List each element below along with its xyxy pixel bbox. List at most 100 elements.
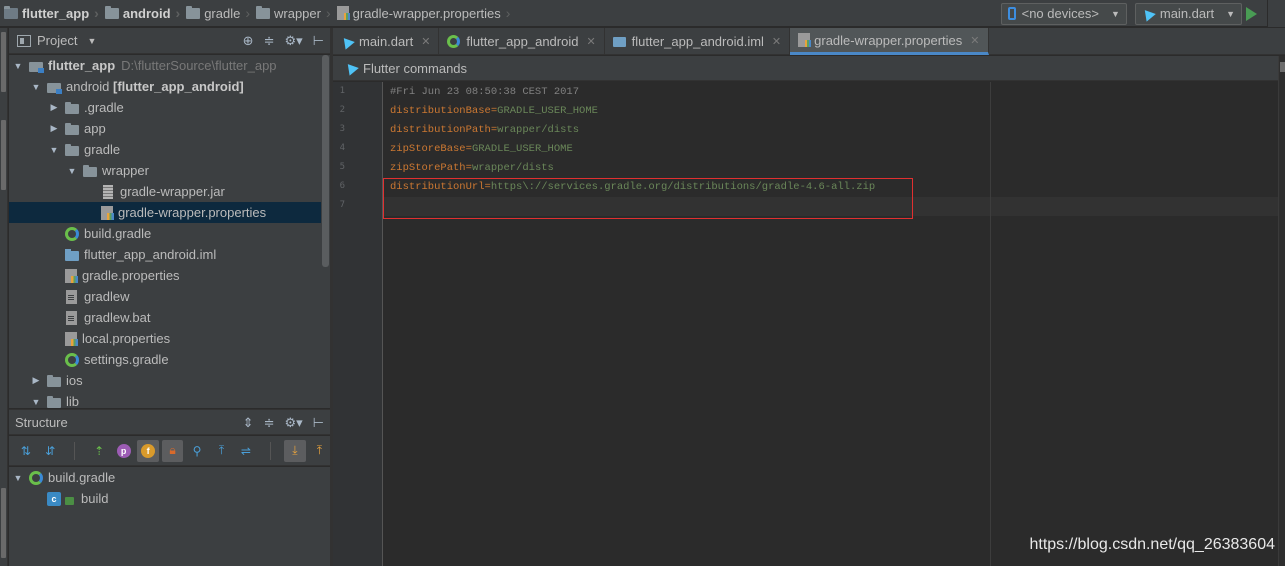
expanded-arrow-icon[interactable]: ▼	[31, 397, 41, 407]
sort-visibility-icon[interactable]: ⇵	[39, 440, 60, 462]
fields-filter-icon[interactable]: f	[137, 439, 159, 462]
module-file-icon	[65, 248, 79, 261]
anonymous-classes-icon[interactable]: ⚲	[186, 440, 207, 462]
tree-item-gradle[interactable]: ▼ gradle	[9, 139, 321, 160]
project-scrollbar[interactable]	[321, 55, 330, 408]
tree-item-flutter-app[interactable]: ▼ flutter_app D:\flutterSource\flutter_ap…	[9, 55, 321, 76]
properties-filter-icon[interactable]: p	[113, 440, 134, 462]
code-editor[interactable]: #Fri Jun 23 08:50:38 CEST 2017 distribut…	[384, 82, 1278, 566]
tab-iml[interactable]: flutter_app_android.iml ✕	[605, 28, 791, 55]
collapsed-arrow-icon[interactable]: ▶	[49, 102, 59, 113]
folder-icon	[65, 122, 79, 135]
non-public-filter-icon[interactable]: 🔒︎	[161, 439, 184, 462]
gear-icon[interactable]: ⚙▾	[284, 415, 302, 431]
expanded-arrow-icon[interactable]: ▼	[31, 82, 41, 92]
structure-item-build[interactable]: c build	[9, 488, 321, 509]
properties-file-icon	[65, 268, 78, 283]
expanded-arrow-icon[interactable]: ▼	[49, 145, 59, 155]
collapse-icon[interactable]: ≑	[264, 415, 275, 431]
expanded-arrow-icon[interactable]: ▼	[67, 166, 77, 176]
breadcrumb-wrapper[interactable]: wrapper ›	[254, 0, 335, 27]
tree-item-local-properties[interactable]: local.properties	[9, 328, 321, 349]
class-icon: c	[47, 491, 61, 506]
navigation-bar: flutter_app › android › gradle › wrapper › g…	[0, 0, 1285, 27]
tree-item-ios[interactable]: ▶ ios	[9, 370, 321, 391]
chevron-down-icon[interactable]: ▼	[87, 36, 96, 46]
collapsed-arrow-icon[interactable]: ▶	[31, 375, 41, 386]
run-config-selector[interactable]: main.dart ▼	[1134, 2, 1242, 25]
tree-item-app[interactable]: ▶ app	[9, 118, 321, 139]
project-view-selector[interactable]: Project	[37, 33, 77, 48]
code-line: distributionPath=wrapper/dists	[390, 124, 580, 136]
project-panel-tools: ⊕ ≑ ⚙▾ ⊢	[243, 28, 324, 54]
autoscroll-to-source-icon[interactable]: ⤓	[284, 439, 306, 462]
breadcrumb-gradle[interactable]: gradle ›	[184, 0, 254, 27]
tree-item-android[interactable]: ▼ android [flutter_app_android]	[9, 76, 321, 97]
tree-item-gradlew-bat[interactable]: gradlew.bat	[9, 307, 321, 328]
tree-item-dot-gradle[interactable]: ▶ .gradle	[9, 97, 321, 118]
structure-tool-button[interactable]	[1, 488, 6, 558]
run-button[interactable]	[1246, 6, 1257, 21]
properties-file-icon	[336, 6, 350, 20]
collapse-all-icon[interactable]: ⇌	[235, 440, 256, 462]
gradle-icon	[29, 470, 43, 485]
dart-icon	[339, 33, 355, 50]
code-line: #Fri Jun 23 08:50:38 CEST 2017	[390, 86, 580, 98]
tree-item-iml[interactable]: flutter_app_android.iml	[9, 244, 321, 265]
tree-item-lib[interactable]: ▼ lib	[9, 391, 321, 408]
tree-item-settings-gradle[interactable]: settings.gradle	[9, 349, 321, 370]
highlight-annotation-box	[383, 178, 913, 219]
device-selector[interactable]: <no devices> ▼	[1000, 2, 1127, 25]
tree-item-gradle-properties[interactable]: gradle.properties	[9, 265, 321, 286]
folder-icon	[256, 5, 270, 19]
autoscroll-from-source-icon[interactable]: ⤒	[309, 440, 330, 462]
line-number: 5	[339, 162, 345, 172]
project-tool-button[interactable]	[1, 32, 6, 92]
breadcrumb-file[interactable]: gradle-wrapper.properties ›	[335, 0, 515, 27]
run-toolbar: <no devices> ▼ main.dart ▼	[1000, 0, 1285, 27]
expand-all-icon[interactable]: ⇕	[243, 415, 254, 431]
captures-tool-button[interactable]	[1, 120, 6, 190]
tree-item-build-gradle[interactable]: build.gradle	[9, 223, 321, 244]
breadcrumb-android[interactable]: android ›	[103, 0, 184, 27]
collapse-icon[interactable]: ≑	[264, 33, 275, 49]
tab-flutter-app-android[interactable]: flutter_app_android ✕	[439, 28, 605, 55]
close-icon[interactable]: ✕	[772, 35, 781, 48]
close-icon[interactable]: ✕	[421, 35, 430, 48]
hide-icon[interactable]: ⊢	[313, 33, 324, 49]
expanded-arrow-icon[interactable]: ▼	[13, 473, 23, 483]
tree-item-wrapper[interactable]: ▼ wrapper	[9, 160, 321, 181]
structure-item-build-gradle[interactable]: ▼ build.gradle	[9, 467, 321, 488]
right-margin-guide	[990, 82, 991, 566]
inherited-icon[interactable]: ⇡	[88, 440, 109, 462]
sort-alpha-icon[interactable]: ⇅	[15, 440, 36, 462]
tab-main-dart[interactable]: main.dart ✕	[333, 28, 440, 55]
expand-icon[interactable]: ⤒	[211, 440, 232, 462]
gear-icon[interactable]: ⚙▾	[284, 33, 302, 49]
expanded-arrow-icon[interactable]: ▼	[13, 61, 23, 71]
breadcrumb-flutter-app[interactable]: flutter_app ›	[0, 0, 103, 27]
flutter-icon	[1140, 5, 1156, 22]
scrollbar-thumb[interactable]	[322, 55, 329, 267]
flutter-commands-link[interactable]: Flutter commands	[363, 61, 467, 76]
project-panel-header: Project ▼ ⊕ ≑ ⚙▾ ⊢	[9, 28, 330, 54]
tree-item-gradle-wrapper-properties[interactable]: gradle-wrapper.properties	[9, 202, 321, 223]
tab-gradle-wrapper-properties[interactable]: gradle-wrapper.properties ✕	[790, 28, 989, 55]
close-icon[interactable]: ✕	[970, 34, 979, 47]
folder-icon	[186, 5, 201, 19]
tree-item-gradle-wrapper-jar[interactable]: gradle-wrapper.jar	[9, 181, 321, 202]
close-icon[interactable]: ✕	[586, 35, 595, 48]
crosshair-icon[interactable]: ⊕	[243, 33, 254, 49]
flutter-icon	[343, 60, 359, 76]
chevron-down-icon: ▼	[1226, 8, 1235, 19]
editor-tabs: main.dart ✕ flutter_app_android ✕ flutte…	[333, 28, 1285, 55]
folder-icon	[65, 143, 79, 156]
gradle-icon	[65, 226, 79, 241]
structure-panel-tools: ⇕ ≑ ⚙▾ ⊢	[243, 410, 324, 436]
flutter-commands-bar: Flutter commands	[333, 56, 1278, 81]
hide-icon[interactable]: ⊢	[313, 415, 324, 431]
tree-item-gradlew[interactable]: gradlew	[9, 286, 321, 307]
collapsed-arrow-icon[interactable]: ▶	[49, 123, 59, 134]
folder-icon	[47, 395, 61, 408]
editor-scrollbar[interactable]	[1278, 56, 1285, 566]
